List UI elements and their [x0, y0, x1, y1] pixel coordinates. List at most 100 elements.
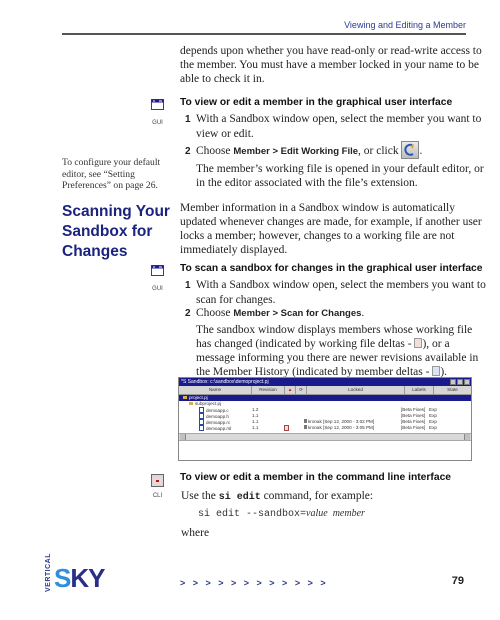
text-line: the member. You must have a member locke…	[180, 59, 479, 71]
working-file-delta-icon	[284, 425, 289, 431]
text-line: message informing you there are newer re…	[196, 352, 479, 364]
column-header-state[interactable]: State	[434, 386, 471, 394]
member-locked-text: kronak [Sep 12, 2000 - 3:02 PM]	[308, 419, 375, 424]
sandbox-window: *S Sandbox: c:\sandbox\demoproject.pj Na…	[178, 377, 472, 461]
section-paragraph: Member information in a Sandbox window i…	[180, 201, 482, 257]
menu-path: Member > Scan for Changes	[233, 308, 362, 319]
step-text: scan for changes.	[196, 294, 276, 306]
gui-label: GUI	[152, 120, 163, 126]
folder-icon	[183, 396, 187, 399]
scroll-left-arrow[interactable]	[180, 434, 186, 440]
project-name: project.pj	[189, 395, 208, 400]
intro-paragraph: depends upon whether you have read-only …	[180, 44, 482, 86]
gui-window-icon	[151, 265, 164, 276]
step-number: 1	[185, 280, 191, 291]
horizontal-scrollbar[interactable]	[179, 433, 471, 441]
member-state: Exp	[428, 425, 448, 431]
step-text: .	[361, 307, 365, 319]
title-line: Changes	[62, 243, 128, 260]
text-line: able to check it in.	[180, 73, 265, 85]
close-button[interactable]	[464, 379, 470, 385]
cli-example: si edit --sandbox=value member	[198, 508, 365, 520]
procedure-heading: To view or edit a member in the command …	[180, 472, 452, 483]
column-header-name[interactable]: Name	[179, 386, 252, 394]
folder-icon	[189, 402, 193, 405]
column-headers: Name Revision ▲ ⟳ Locked Labels State	[179, 386, 471, 395]
lock-icon	[304, 419, 307, 423]
where-text: where	[181, 527, 210, 539]
member-state-text: Exp	[429, 407, 437, 412]
lock-icon	[304, 425, 307, 429]
example-placeholder: value	[306, 508, 328, 519]
cli-instruction: Use the si edit command, for example:	[181, 489, 373, 505]
file-icon	[199, 425, 204, 431]
text-line: To configure your default	[62, 157, 161, 168]
wf-delta-cell	[283, 425, 293, 431]
logo-sky-text: SKY	[54, 563, 105, 593]
cli-label: CLI	[152, 493, 163, 499]
member-locked: kronak [Sep 12, 2000 - 3:05 PM]	[303, 425, 400, 431]
page-number: 79	[451, 575, 464, 587]
maximize-button[interactable]	[457, 379, 463, 385]
text-line: updated whenever changes are made, for e…	[180, 216, 482, 228]
step-1: 1 With a Sandbox window open, select the …	[185, 278, 486, 307]
minimize-button[interactable]	[450, 379, 456, 385]
logo-ky: KY	[70, 563, 105, 593]
step-2-result: The member’s working file is opened in y…	[196, 162, 484, 190]
text-line: Member information in a Sandbox window i…	[180, 202, 455, 214]
column-header-wf-delta[interactable]: ▲	[285, 386, 296, 394]
step-number: 2	[185, 308, 191, 319]
edit-file-icon	[404, 143, 415, 156]
member-revision-text: 1.1	[252, 413, 259, 418]
column-header-member-delta[interactable]: ⟳	[296, 386, 307, 394]
column-header-revision[interactable]: Revision	[252, 386, 285, 394]
step-text: Choose	[196, 145, 234, 157]
step-number: 2	[185, 146, 191, 157]
logo-vertical-text: VERTICAL	[45, 553, 52, 592]
member-name-text: demoapp.rsl	[206, 426, 232, 431]
column-header-locked[interactable]: Locked	[307, 386, 405, 394]
scroll-right-arrow[interactable]	[464, 434, 470, 440]
text: Use the	[181, 490, 219, 502]
vertical-sky-logo: VERTICAL SKY	[40, 548, 105, 598]
example-command: si edit --sandbox=	[198, 509, 307, 520]
text-line: editor, see “Setting	[62, 168, 135, 180]
procedure-heading: To scan a sandbox for changes in the gra…	[180, 263, 483, 274]
step-text: With a Sandbox window open, select the m…	[196, 279, 486, 291]
step-2: 2 Choose Member > Scan for Changes.	[185, 306, 364, 321]
text-line: immediately displayed.	[180, 244, 288, 256]
text-line: has changed (indicated by working file d…	[196, 338, 415, 350]
member-revision-text: 1.1	[252, 425, 259, 430]
member-delta-cell	[293, 425, 303, 431]
text-line: The sandbox window displays members whos…	[196, 324, 473, 336]
header-rule	[62, 33, 466, 35]
member-row[interactable]: demoapp.rsl 1.1 kronak [Sep 12, 2000 - 3:0…	[179, 425, 471, 431]
side-note: To configure your default editor, see “S…	[62, 157, 172, 192]
cli-terminal-icon	[151, 474, 164, 487]
command-name: si edit	[218, 492, 261, 503]
member-revision-text: 1.2	[252, 407, 259, 412]
footer-arrows: > > > > > > > > > > > >	[180, 578, 326, 588]
member-labels-text: [Beta Fixes]	[401, 425, 426, 430]
step-1: 1 With a Sandbox window open, select the …	[185, 112, 481, 141]
member-locked-text: kronak [Sep 12, 2000 - 3:05 PM]	[308, 425, 375, 430]
gui-marker: GUI	[151, 265, 164, 292]
title-line: Sandbox for	[62, 223, 153, 240]
logo-s: S	[54, 563, 71, 593]
step-text: Choose	[196, 307, 234, 319]
step-2-result: The sandbox window displays members whos…	[196, 323, 478, 379]
column-header-labels[interactable]: Labels	[405, 386, 434, 394]
step-text: With a Sandbox window open, select the m…	[196, 113, 482, 125]
gui-marker: GUI	[151, 99, 164, 126]
text-line: in the editor associated with the file’s…	[196, 177, 418, 189]
step-text: view or edit.	[196, 128, 254, 140]
cli-marker: CLI	[151, 474, 164, 499]
procedure-heading: To view or edit a member in the graphica…	[180, 97, 453, 108]
text-line: Preferences” on page 26.	[62, 180, 158, 191]
member-labels-text: [Beta Fixes]	[401, 419, 426, 424]
text-line: ), or a	[422, 338, 450, 350]
text-line: The member’s working file is opened in y…	[196, 163, 484, 175]
member-state-text: Exp	[429, 413, 437, 418]
gui-window-icon	[151, 99, 164, 110]
text-line: locks a member; however, changes to a wo…	[180, 230, 455, 242]
